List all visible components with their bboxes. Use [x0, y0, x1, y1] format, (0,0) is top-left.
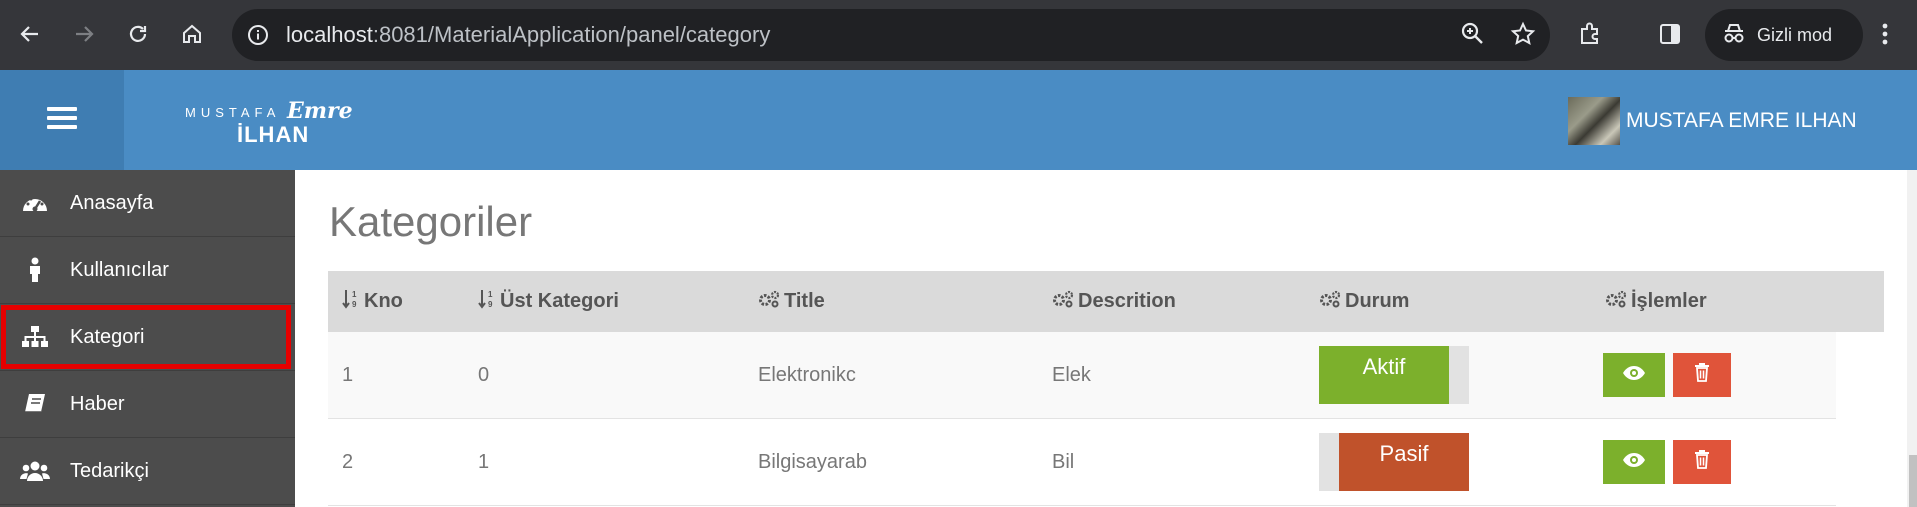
hamburger-icon [47, 106, 77, 135]
sidebar-item-tedarikci[interactable]: Tedarikçi [0, 438, 295, 505]
app-header: MUSTAFA Emre İLHAN MUSTAFA EMRE ILHAN [0, 70, 1917, 170]
back-icon[interactable] [10, 14, 50, 54]
cell-description: Elek [1052, 363, 1091, 386]
table-row: 1 0 Elektronikc Elek Aktif [328, 332, 1836, 419]
site-info-icon[interactable] [246, 23, 270, 47]
page-title: Kategoriler [329, 198, 533, 245]
sidebar-item-label: Kategori [70, 325, 145, 348]
gears-icon [1052, 290, 1074, 314]
address-bar[interactable]: localhost:8081/MaterialApplication/panel… [232, 9, 1550, 61]
svg-text:1: 1 [352, 290, 357, 299]
main-area: Kategoriler 19 Kno 19 Üst Kategori Title… [295, 170, 1917, 507]
status-badge-pasif: Pasif [1339, 433, 1469, 491]
incognito-indicator[interactable]: Gizli mod [1705, 9, 1863, 61]
more-menu-icon[interactable] [1865, 14, 1905, 54]
table-header: 19 Kno 19 Üst Kategori Title Descrition [328, 271, 1884, 332]
user-name: MUSTAFA EMRE ILHAN [1626, 109, 1857, 132]
cell-description: Bil [1052, 450, 1075, 473]
sidebar-item-label: Haber [70, 392, 125, 415]
sort-numeric-icon: 19 [478, 289, 496, 315]
category-table: 19 Kno 19 Üst Kategori Title Descrition [328, 271, 1884, 506]
eye-icon [1622, 364, 1646, 387]
book-icon [0, 392, 70, 416]
menu-toggle-button[interactable] [0, 70, 124, 170]
trash-icon [1694, 362, 1710, 388]
sidebar-item-anasayfa[interactable]: Anasayfa [0, 170, 295, 237]
content-panel: Kategoriler 19 Kno 19 Üst Kategori Title… [295, 170, 1907, 507]
svg-text:9: 9 [352, 300, 357, 309]
trash-icon [1694, 449, 1710, 475]
column-header-kno[interactable]: 19 Kno [342, 289, 403, 315]
gears-icon [1319, 290, 1341, 314]
sort-numeric-icon: 19 [342, 289, 360, 315]
cell-title: Elektronikc [758, 363, 856, 386]
url-text: localhost:8081/MaterialApplication/panel… [286, 22, 771, 47]
incognito-label: Gizli mod [1757, 24, 1833, 45]
reload-icon[interactable] [118, 14, 158, 54]
table-row: 2 1 Bilgisayarab Bil Pasif [328, 419, 1836, 506]
eye-icon [1622, 451, 1646, 474]
logo-script-name: Emre [287, 98, 353, 124]
column-header-durum[interactable]: Durum [1319, 290, 1409, 314]
dashboard-icon [0, 192, 70, 214]
sidebar-item-label: Kullanıcılar [70, 258, 169, 281]
user-icon [0, 257, 70, 283]
cell-parent: 0 [478, 363, 490, 386]
status-toggle[interactable]: Aktif [1319, 346, 1469, 404]
cell-title: Bilgisayarab [758, 450, 867, 473]
delete-button[interactable] [1673, 440, 1731, 484]
svg-text:9: 9 [488, 300, 493, 309]
sidebar-item-haber[interactable]: Haber [0, 371, 295, 438]
cell-kno: 1 [342, 363, 354, 386]
svg-text:1: 1 [488, 290, 493, 299]
logo-first-name: MUSTAFA [185, 105, 281, 120]
sitemap-icon [0, 325, 70, 349]
column-header-title[interactable]: Title [758, 290, 825, 314]
bookmark-star-icon[interactable] [1510, 21, 1536, 52]
forward-icon[interactable] [64, 14, 104, 54]
sidebar-item-kullanicilar[interactable]: Kullanıcılar [0, 237, 295, 304]
scrollbar-thumb[interactable] [1909, 455, 1917, 507]
sidebar-item-kategori[interactable]: Kategori [0, 304, 295, 371]
row-actions [1603, 353, 1731, 397]
cell-parent: 1 [478, 450, 490, 473]
page-scrollbar[interactable] [1907, 170, 1917, 507]
column-header-ust-kategori[interactable]: 19 Üst Kategori [478, 289, 619, 315]
extensions-icon[interactable] [1570, 14, 1610, 54]
sidebar-item-label: Tedarikçi [70, 459, 149, 482]
incognito-icon [1721, 22, 1747, 49]
brand-logo[interactable]: MUSTAFA Emre İLHAN [185, 98, 353, 147]
users-icon [0, 460, 70, 482]
home-icon[interactable] [172, 14, 212, 54]
status-toggle[interactable]: Pasif [1319, 433, 1469, 491]
view-button[interactable] [1603, 440, 1665, 484]
gears-icon [1605, 290, 1627, 314]
logo-last-name: İLHAN [237, 122, 310, 147]
cell-kno: 2 [342, 450, 354, 473]
row-actions [1603, 440, 1731, 484]
view-button[interactable] [1603, 353, 1665, 397]
gears-icon [758, 290, 780, 314]
user-menu[interactable]: MUSTAFA EMRE ILHAN [1568, 97, 1857, 145]
side-panel-icon[interactable] [1650, 14, 1690, 54]
sidebar-item-label: Anasayfa [70, 191, 154, 214]
avatar [1568, 97, 1620, 145]
column-header-descrition[interactable]: Descrition [1052, 290, 1176, 314]
sidebar: Anasayfa Kullanıcılar Kategori Haber Ted… [0, 170, 295, 507]
delete-button[interactable] [1673, 353, 1731, 397]
column-header-islemler[interactable]: İşlemler [1605, 290, 1707, 314]
browser-chrome: localhost:8081/MaterialApplication/panel… [0, 0, 1917, 70]
zoom-icon[interactable] [1460, 21, 1486, 52]
status-badge-aktif: Aktif [1319, 346, 1449, 404]
